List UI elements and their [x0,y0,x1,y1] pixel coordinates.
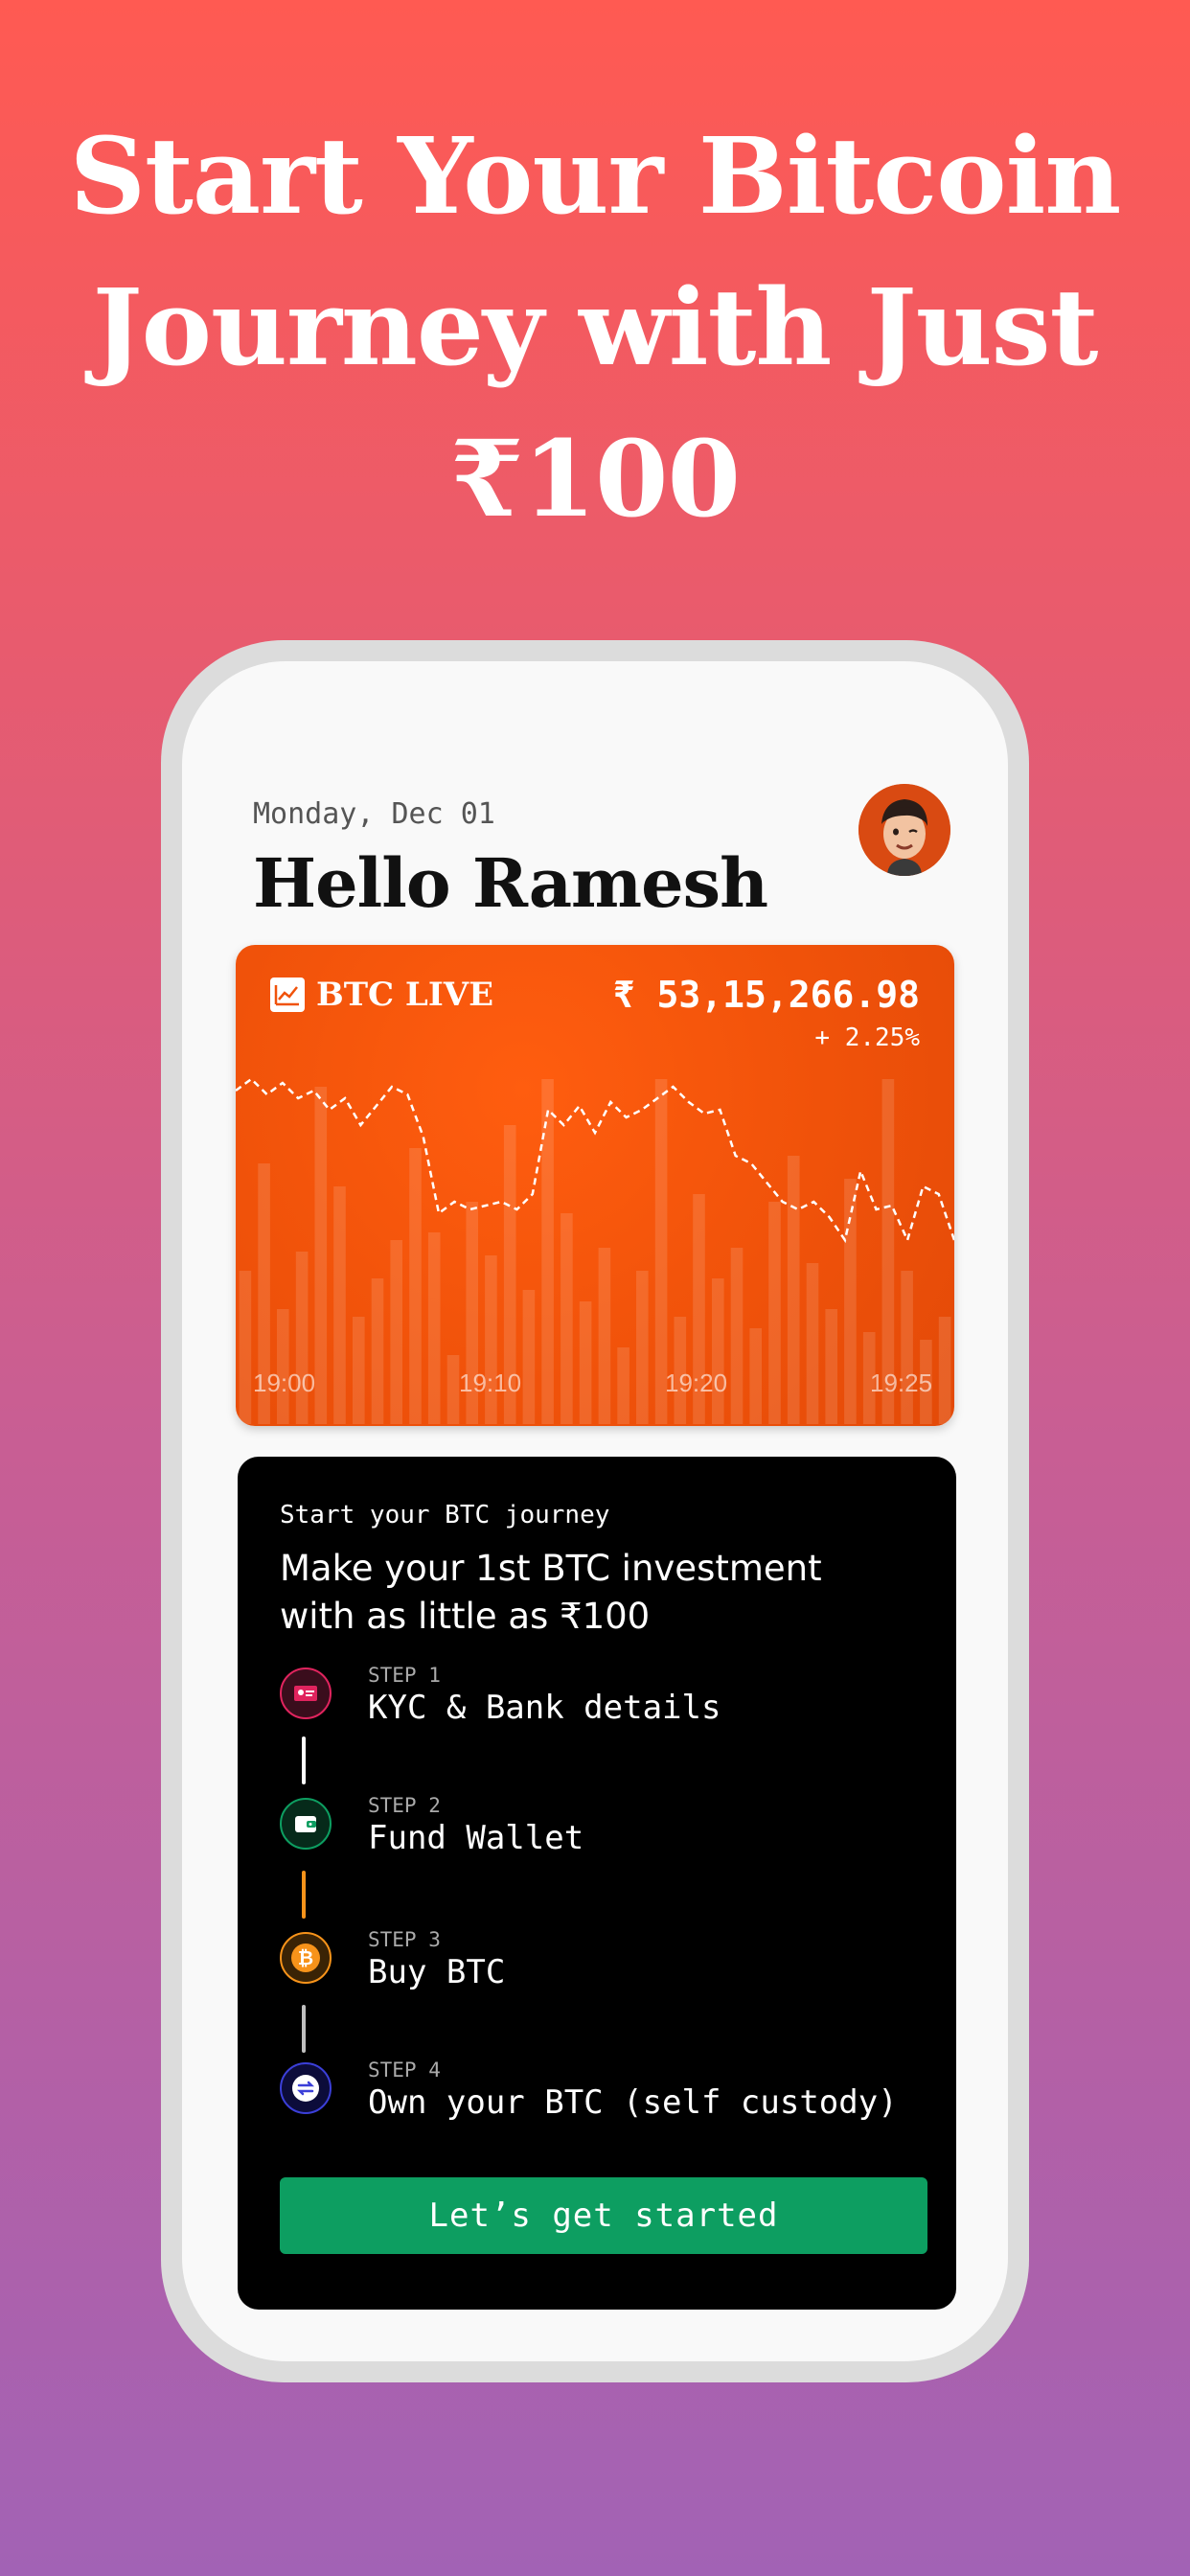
headline-line-3: ₹100 [449,417,741,540]
time-tick: 19:25 [870,1368,933,1397]
volume-bar [333,1186,346,1424]
volume-bar [901,1271,913,1424]
btc-change: + 2.25% [814,1024,920,1052]
volume-bar [844,1179,857,1424]
volume-bar [712,1278,724,1424]
step-buy-btc[interactable]: ₿ STEP 3 Buy BTC [280,1928,931,1999]
btc-price-chart [236,1077,954,1424]
volume-bar [277,1309,289,1424]
time-tick: 19:20 [665,1368,728,1397]
get-started-button[interactable]: Let’s get started [280,2177,927,2254]
step-fund-wallet[interactable]: STEP 2 Fund Wallet [280,1794,931,1865]
step-label: STEP 3 [368,1928,441,1951]
step-kyc[interactable]: STEP 1 KYC & Bank details [280,1664,931,1735]
kyc-card-icon [280,1668,332,1719]
volume-bar [485,1255,497,1424]
volume-bar [768,1202,781,1424]
volume-bar [239,1271,252,1424]
step-text: KYC & Bank details [368,1689,721,1727]
user-avatar[interactable] [858,784,950,876]
btc-journey-card: Start your BTC journey Make your 1st BTC… [238,1457,956,2310]
volume-bar [825,1309,837,1424]
step-connector [302,1736,306,1784]
volume-bar [409,1148,422,1424]
volume-bar [446,1355,460,1424]
volume-bar [371,1278,384,1424]
step-connector [302,2005,306,2053]
step-text: Fund Wallet [368,1819,584,1857]
volume-bar [427,1232,441,1424]
volume-bar [579,1301,592,1424]
exchange-icon [280,2062,332,2114]
step-text: Own your BTC (self custody) [368,2083,898,2122]
btc-live-badge: BTC LIVE [268,976,493,1014]
btc-price: ₹ 53,15,266.98 [612,974,920,1016]
btc-live-label: BTC LIVE [316,976,494,1014]
step-label: STEP 4 [368,2058,441,2082]
volume-bar [787,1156,800,1424]
bitcoin-icon: ₿ [280,1932,332,1984]
greeting-title: Hello Ramesh [253,843,768,923]
step-connector [302,1871,306,1919]
volume-bar [806,1263,819,1424]
step-label: STEP 2 [368,1794,441,1817]
time-tick: 19:00 [253,1368,316,1397]
volume-bar [314,1087,328,1424]
step-text: Buy BTC [368,1953,506,1991]
btc-live-card[interactable]: BTC LIVE ₹ 53,15,266.98 + 2.25% 19:00 19… [236,945,954,1426]
volume-bar [938,1317,951,1424]
step-self-custody[interactable]: STEP 4 Own your BTC (self custody) [280,2058,931,2129]
wallet-icon [280,1798,332,1850]
volume-bar [617,1347,629,1424]
volume-bar [730,1248,744,1424]
svg-text:₿: ₿ [298,1946,313,1969]
volume-bar [636,1271,649,1424]
volume-bar [541,1079,554,1424]
journey-kicker: Start your BTC journey [280,1501,610,1530]
step-label: STEP 1 [368,1664,441,1687]
journey-title: Make your 1st BTC investment with as lit… [280,1548,822,1637]
current-date: Monday, Dec 01 [253,797,495,831]
avatar-face-icon [858,784,950,876]
volume-bar [295,1252,309,1424]
phone-frame: Monday, Dec 01 Hello Ramesh BTC LIVE ₹ 5… [161,640,1029,2382]
volume-bar [353,1317,365,1424]
promo-headline: Start Your Bitcoin Journey with Just ₹10… [0,101,1190,555]
volume-bar [749,1328,762,1424]
headline-line-2: Journey with Just [92,265,1099,389]
chart-trend-icon [270,978,305,1012]
time-tick: 19:10 [459,1368,522,1397]
phone-screen: Monday, Dec 01 Hello Ramesh BTC LIVE ₹ 5… [182,661,1008,2361]
volume-bar [598,1248,611,1424]
volume-bar [522,1290,536,1424]
headline-line-1: Start Your Bitcoin [69,114,1122,238]
volume-bar [561,1213,573,1424]
volume-bar [390,1240,402,1424]
